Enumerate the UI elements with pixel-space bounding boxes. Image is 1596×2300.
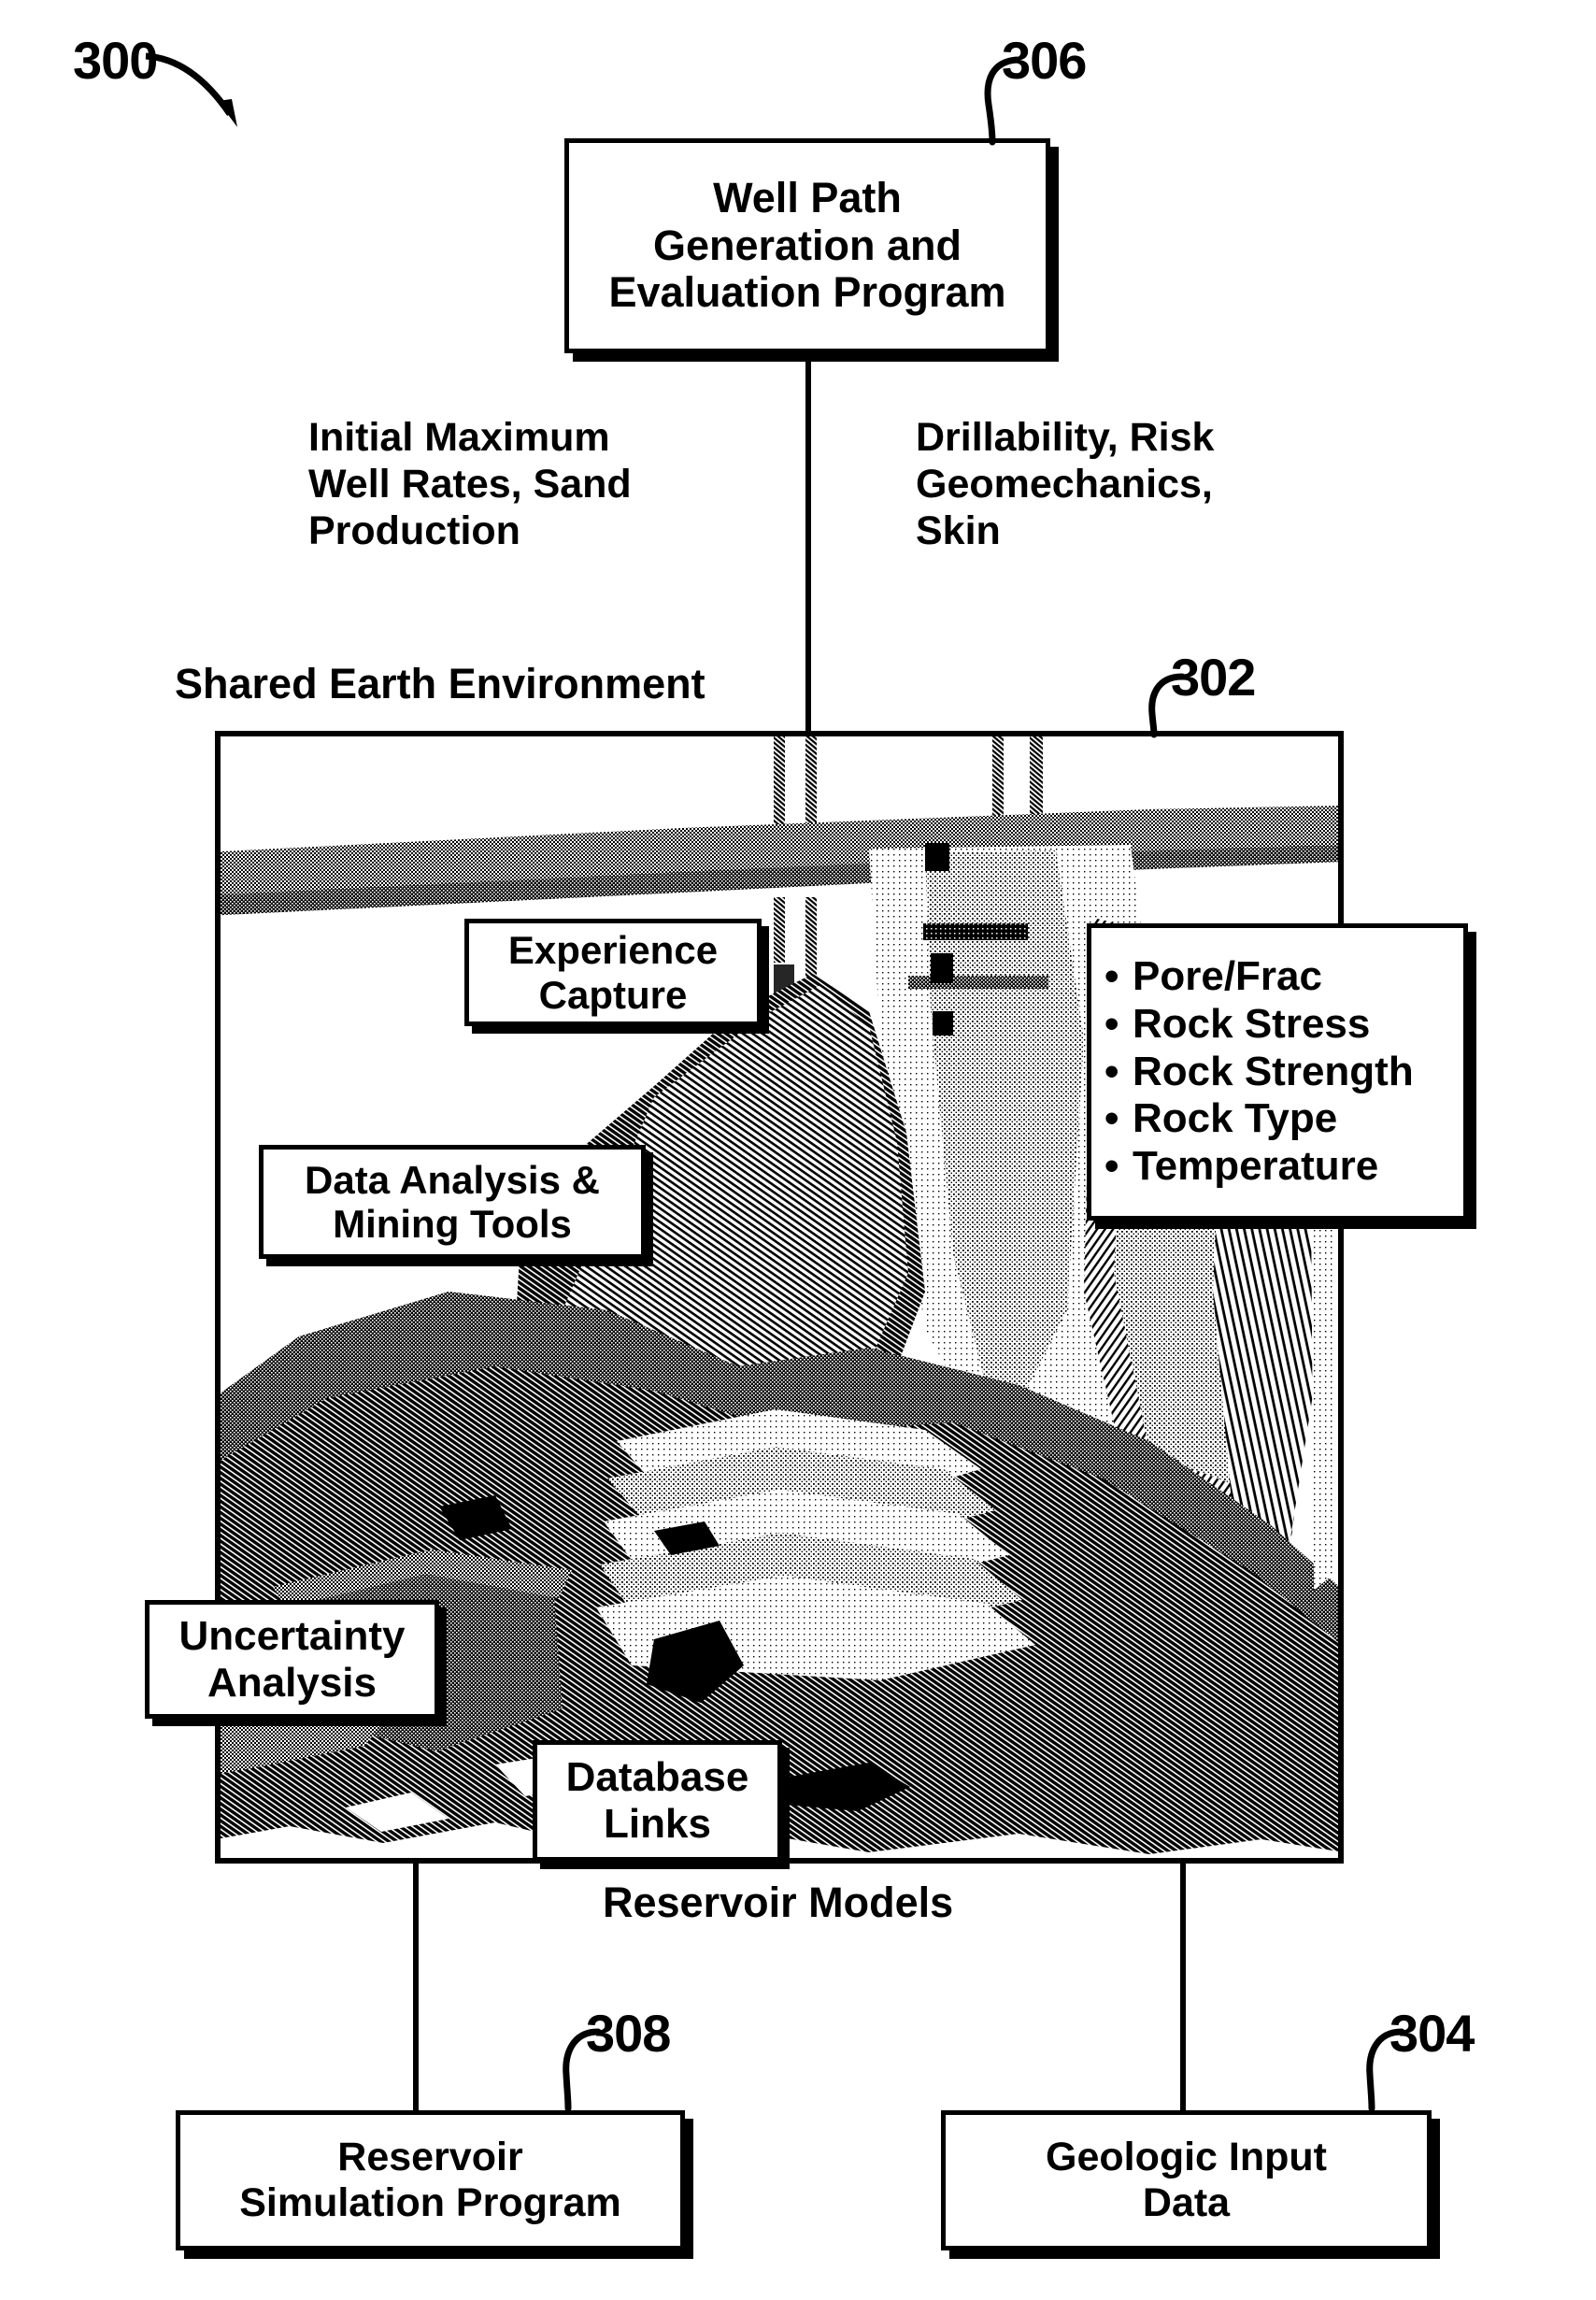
rock-properties-list: • Pore/Frac • Rock Stress • Rock Strength •… bbox=[1091, 953, 1414, 1191]
flow-label-left: Initial Maximum Well Rates, Sand Product… bbox=[308, 415, 632, 554]
flow-label-right: Drillability, Risk Geomechanics, Skin bbox=[916, 415, 1215, 554]
reference-numeral-304: 304 bbox=[1389, 2004, 1475, 2063]
patent-figure-300: 300 306 Well Path Generation and Evaluat… bbox=[0, 0, 1596, 2300]
bullet-icon: • bbox=[1104, 1095, 1119, 1142]
reservoir-models-label: Reservoir Models bbox=[603, 1879, 954, 1926]
bullet-icon: • bbox=[1104, 952, 1119, 999]
well-path-program-box[interactable]: Well Path Generation and Evaluation Prog… bbox=[564, 138, 1050, 353]
geologic-input-data-label: Geologic Input Data bbox=[1046, 2135, 1327, 2225]
callout-experience-capture[interactable]: Experience Capture bbox=[464, 919, 762, 1026]
bullet-icon: • bbox=[1104, 1048, 1119, 1094]
callout-database-links[interactable]: Database Links bbox=[533, 1740, 782, 1862]
list-item: • Pore/Frac bbox=[1104, 952, 1322, 999]
figure-lead-arrow bbox=[145, 52, 237, 127]
reference-numeral-306: 306 bbox=[1002, 31, 1087, 90]
callout-data-analysis-mining-tools[interactable]: Data Analysis & Mining Tools bbox=[259, 1145, 646, 1259]
callout-experience-capture-label: Experience Capture bbox=[507, 928, 719, 1017]
list-item: • Rock Type bbox=[1104, 1095, 1338, 1142]
connector-wellpath-to-frame bbox=[805, 355, 811, 733]
callout-uncertainty-analysis[interactable]: Uncertainty Analysis bbox=[145, 1600, 439, 1719]
shared-earth-environment-label: Shared Earth Environment bbox=[175, 660, 705, 707]
reservoir-simulation-program-box[interactable]: Reservoir Simulation Program bbox=[176, 2110, 685, 2250]
list-item: • Rock Strength bbox=[1104, 1048, 1414, 1094]
well-path-program-label: Well Path Generation and Evaluation Prog… bbox=[608, 173, 1006, 317]
connector-frame-to-reservoir-sim bbox=[413, 1860, 419, 2112]
reservoir-simulation-program-label: Reservoir Simulation Program bbox=[239, 2135, 621, 2225]
reference-numeral-308: 308 bbox=[586, 2004, 671, 2063]
reference-numeral-300: 300 bbox=[73, 31, 158, 90]
rock-properties-list-box[interactable]: • Pore/Frac • Rock Stress • Rock Strength •… bbox=[1087, 923, 1468, 1221]
list-item: • Rock Stress bbox=[1104, 1000, 1371, 1047]
callout-data-analysis-mining-tools-label: Data Analysis & Mining Tools bbox=[305, 1157, 600, 1246]
list-item: • Temperature bbox=[1104, 1143, 1379, 1190]
reference-numeral-302: 302 bbox=[1171, 648, 1256, 707]
connector-frame-to-geologic-input bbox=[1180, 1860, 1186, 2112]
callout-database-links-label: Database Links bbox=[565, 1754, 749, 1847]
bullet-icon: • bbox=[1104, 1000, 1119, 1047]
geologic-input-data-box[interactable]: Geologic Input Data bbox=[941, 2110, 1432, 2250]
callout-uncertainty-analysis-label: Uncertainty Analysis bbox=[178, 1612, 406, 1706]
bullet-icon: • bbox=[1104, 1143, 1119, 1190]
